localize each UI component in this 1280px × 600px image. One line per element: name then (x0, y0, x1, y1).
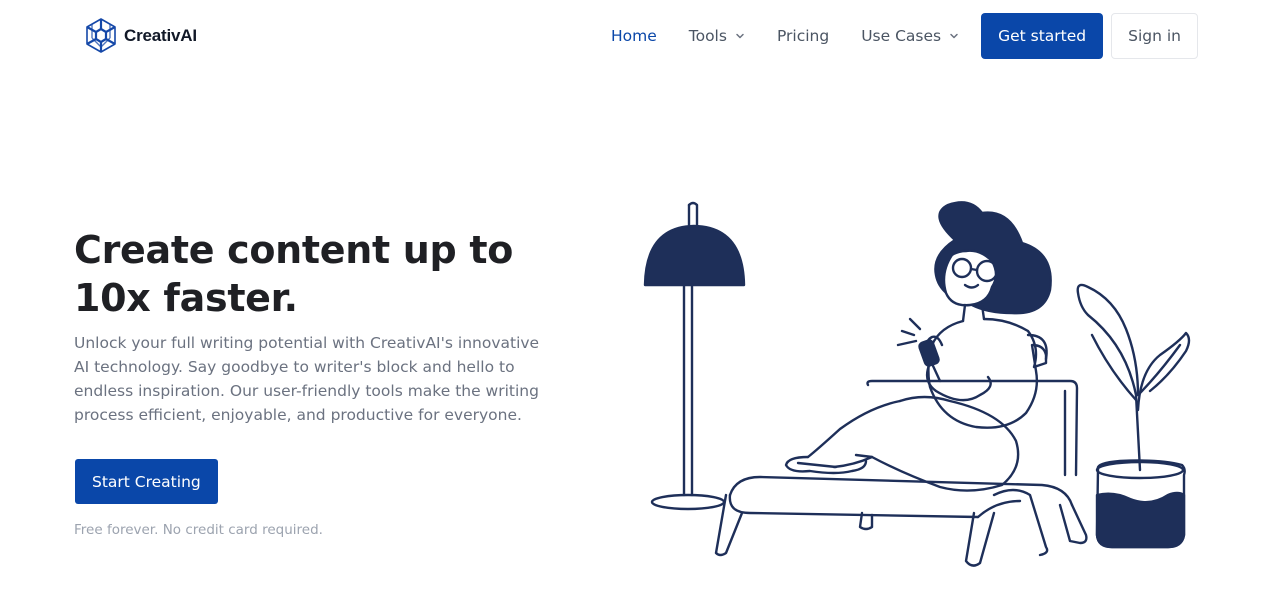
hero-subtitle: Unlock your full writing potential with … (74, 334, 540, 424)
person (784, 201, 1052, 492)
hexagon-spiral-logo-icon (86, 18, 116, 53)
brand-name: CreativAI (124, 25, 197, 45)
get-started-button[interactable]: Get started (981, 13, 1104, 59)
floor-lamp (643, 201, 746, 511)
brand-logo[interactable]: CreativAI (84, 17, 197, 54)
hero-note: Free forever. No credit card required. (74, 522, 323, 538)
sign-in-button[interactable]: Sign in (1111, 13, 1198, 59)
nav-use-cases-dropdown[interactable]: Use Cases (861, 27, 959, 45)
main-nav: Home Tools Pricing Use Cases Get started… (611, 13, 1198, 59)
chevron-down-icon (950, 33, 958, 39)
lounge-chair (714, 379, 1088, 567)
start-creating-button[interactable]: Start Creating (75, 459, 218, 504)
nav-tools-label: Tools (688, 27, 727, 45)
nav-tools-dropdown[interactable]: Tools (689, 27, 745, 45)
site-header: CreativAI Home Tools Pricing Use Cases G… (0, 0, 1280, 72)
hero-title: Create content up to 10x faster. (74, 228, 514, 320)
nav-pricing-link[interactable]: Pricing (777, 27, 829, 45)
potted-plant (1076, 283, 1191, 549)
chevron-down-icon (736, 33, 744, 39)
nav-use-cases-label: Use Cases (861, 27, 942, 45)
woman-on-lounge-chair-illustration (643, 201, 1191, 567)
nav-home-link[interactable]: Home (611, 27, 657, 45)
